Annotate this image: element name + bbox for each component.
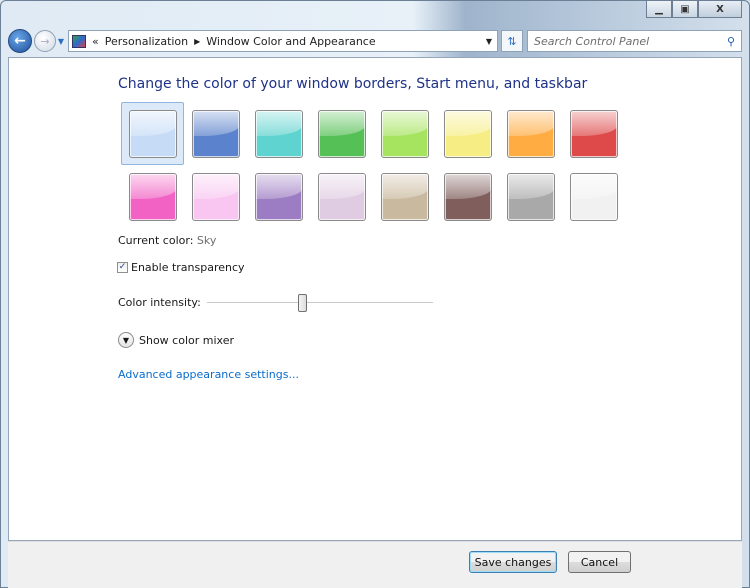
swatch-fill (191, 109, 240, 158)
back-arrow-icon: ← (14, 33, 26, 49)
color-swatch-grid (121, 102, 625, 228)
save-changes-button[interactable]: Save changes (469, 551, 557, 573)
recent-pages-dropdown[interactable]: ▼ (56, 37, 66, 46)
breadcrumb-personalization[interactable]: Personalization (105, 35, 188, 48)
breadcrumb-separator-icon[interactable]: ▶ (194, 37, 200, 46)
show-color-mixer-button[interactable]: ▼ Show color mixer (118, 332, 234, 348)
swatch-fill (443, 172, 492, 221)
minimize-icon: ▁ (655, 3, 663, 15)
navigation-bar: ← → ▼ « Personalization ▶ Window Color a… (8, 29, 742, 53)
chevron-down-icon[interactable]: ▼ (118, 332, 134, 348)
cancel-button[interactable]: Cancel (568, 551, 631, 573)
transparency-label: Enable transparency (131, 261, 245, 274)
maximize-icon: ▣ (680, 3, 690, 15)
swatch-fill (380, 109, 429, 158)
current-color-label: Current color: (118, 234, 194, 247)
swatch-fill (506, 109, 555, 158)
swatch-fill (254, 172, 303, 221)
swatch-fill (569, 109, 618, 158)
swatch-fill (443, 109, 492, 158)
checkbox-check-icon[interactable]: ✓ (117, 262, 128, 273)
show-color-mixer-label: Show color mixer (139, 333, 234, 347)
breadcrumb-window-color[interactable]: Window Color and Appearance (206, 35, 375, 48)
color-intensity-slider[interactable] (207, 294, 433, 312)
swatch-fill (128, 172, 177, 221)
caption-buttons: ▁ ▣ X (646, 0, 742, 18)
swatch-fill (569, 172, 618, 221)
color-swatch[interactable] (310, 102, 373, 165)
color-swatch[interactable] (121, 102, 184, 165)
color-swatch[interactable] (499, 102, 562, 165)
forward-arrow-icon: → (40, 34, 50, 48)
swatch-fill (317, 109, 366, 158)
color-swatch[interactable] (121, 165, 184, 228)
color-swatch[interactable] (562, 102, 625, 165)
swatch-fill (254, 109, 303, 158)
color-swatch[interactable] (562, 165, 625, 228)
current-color: Current color: Sky (118, 234, 216, 247)
minimize-button[interactable]: ▁ (646, 0, 672, 18)
swatch-fill (191, 172, 240, 221)
page-title: Change the color of your window borders,… (118, 76, 588, 92)
current-color-value: Sky (196, 234, 217, 247)
search-input[interactable]: Search Control Panel ⚲ (527, 30, 742, 52)
color-swatch[interactable] (184, 165, 247, 228)
search-placeholder: Search Control Panel (534, 34, 650, 48)
refresh-button[interactable]: ⇅ (501, 30, 523, 52)
color-swatch[interactable] (247, 165, 310, 228)
color-swatch[interactable] (373, 165, 436, 228)
swatch-fill (317, 172, 366, 221)
address-dropdown-icon[interactable]: ▼ (481, 37, 497, 46)
maximize-button[interactable]: ▣ (672, 0, 698, 18)
enable-transparency-checkbox[interactable]: ✓ Enable transparency (117, 261, 245, 274)
color-swatch[interactable] (499, 165, 562, 228)
color-swatch[interactable] (436, 165, 499, 228)
color-swatch[interactable] (310, 165, 373, 228)
color-intensity-label: Color intensity: (118, 296, 201, 309)
swatch-fill (380, 172, 429, 221)
control-panel-icon (72, 34, 86, 48)
color-swatch[interactable] (247, 102, 310, 165)
search-icon[interactable]: ⚲ (727, 35, 735, 48)
color-swatch[interactable] (436, 102, 499, 165)
forward-button[interactable]: → (34, 30, 56, 52)
color-swatch[interactable] (184, 102, 247, 165)
swatch-fill (128, 109, 177, 158)
close-button[interactable]: X (698, 0, 742, 18)
footer-bar: Save changes Cancel (8, 541, 742, 588)
refresh-icon: ⇅ (507, 34, 517, 48)
content-pane: Change the color of your window borders,… (8, 57, 742, 541)
back-button[interactable]: ← (8, 29, 32, 53)
swatch-fill (506, 172, 555, 221)
advanced-appearance-link[interactable]: Advanced appearance settings... (118, 368, 299, 381)
slider-thumb[interactable] (297, 294, 307, 312)
color-swatch[interactable] (373, 102, 436, 165)
address-bar[interactable]: « Personalization ▶ Window Color and App… (68, 30, 498, 52)
breadcrumb-overflow[interactable]: « (92, 35, 99, 48)
